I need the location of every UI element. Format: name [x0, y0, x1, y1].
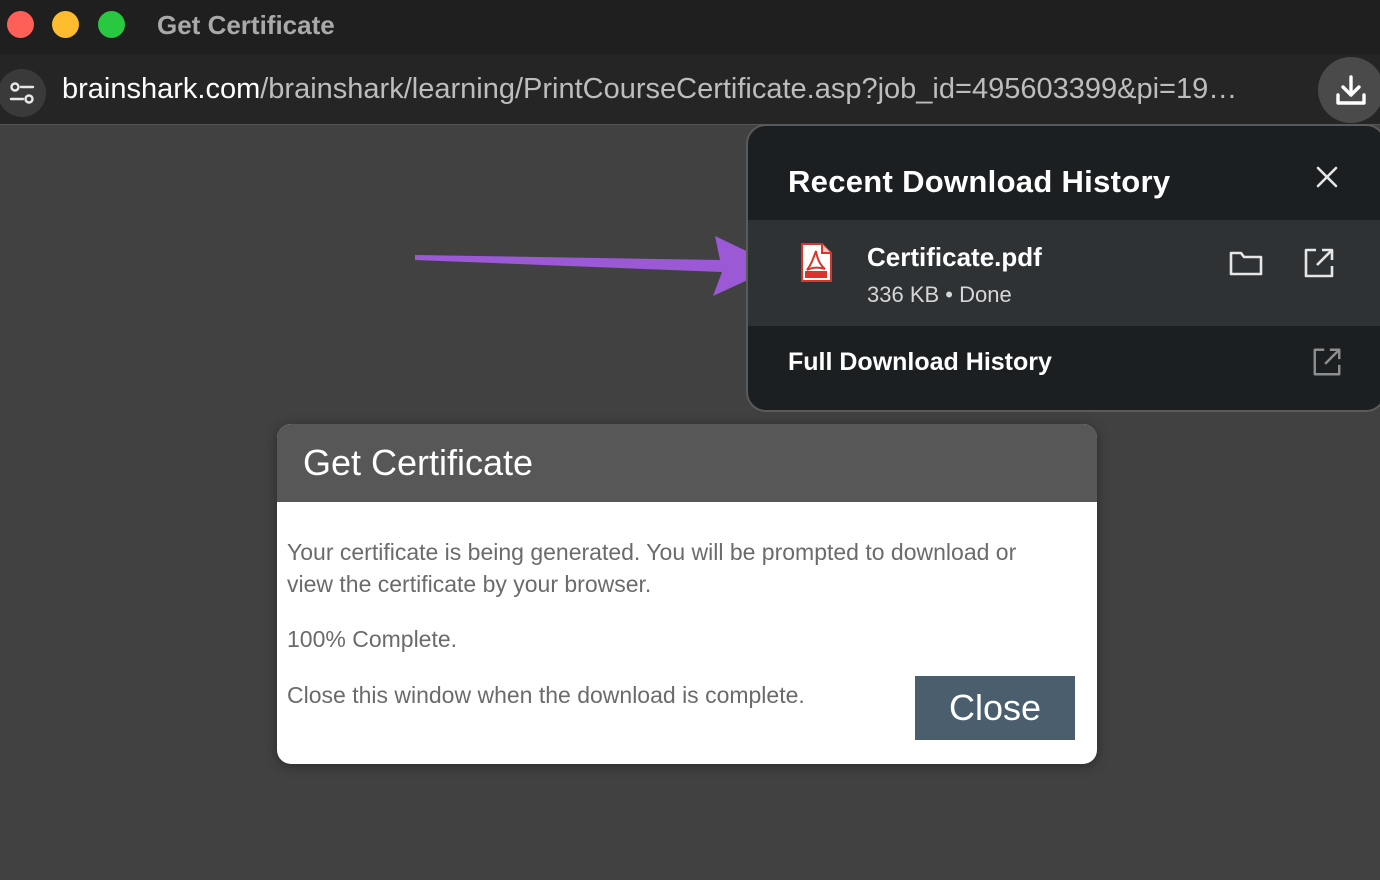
pdf-icon	[801, 243, 832, 282]
dialog-title: Get Certificate	[277, 424, 1097, 502]
window-title: Get Certificate	[157, 10, 335, 40]
download-size: 336 KB	[867, 282, 940, 307]
download-filename: Certificate.pdf	[867, 242, 1042, 272]
url-path: /brainshark/learning/PrintCourseCertific…	[260, 73, 1238, 105]
close-icon[interactable]	[1314, 164, 1340, 190]
certificate-dialog: Get Certificate Your certificate is bein…	[277, 424, 1097, 764]
download-item[interactable]: Certificate.pdf 336 KB • Done	[748, 220, 1380, 326]
close-window-button[interactable]	[7, 11, 34, 38]
title-bar: Get Certificate	[0, 0, 1380, 54]
download-history-panel: Recent Download History Certificate.pdf …	[746, 124, 1380, 412]
minimize-window-button[interactable]	[52, 11, 79, 38]
download-meta: 336 KB • Done	[867, 282, 1012, 308]
dialog-message: Your certificate is being generated. You…	[287, 539, 1017, 597]
url-field[interactable]: brainshark.com/brainshark/learning/Print…	[62, 73, 1277, 106]
download-status: Done	[959, 282, 1012, 307]
folder-icon[interactable]	[1228, 248, 1264, 278]
site-settings-button[interactable]	[0, 69, 46, 117]
open-external-icon[interactable]	[1302, 246, 1336, 280]
downloads-button[interactable]	[1318, 57, 1380, 123]
progress-text: 100% Complete.	[287, 626, 458, 652]
download-panel-title: Recent Download History	[788, 164, 1171, 199]
url-host: brainshark.com	[62, 73, 261, 105]
meta-separator: •	[945, 282, 953, 307]
close-button[interactable]: Close	[915, 676, 1075, 740]
full-download-history-link[interactable]: Full Download History	[788, 348, 1052, 377]
tune-icon	[9, 82, 35, 104]
zoom-window-button[interactable]	[98, 11, 125, 38]
download-icon	[1336, 75, 1366, 105]
open-external-icon[interactable]	[1311, 346, 1343, 378]
address-bar: brainshark.com/brainshark/learning/Print…	[0, 54, 1380, 125]
